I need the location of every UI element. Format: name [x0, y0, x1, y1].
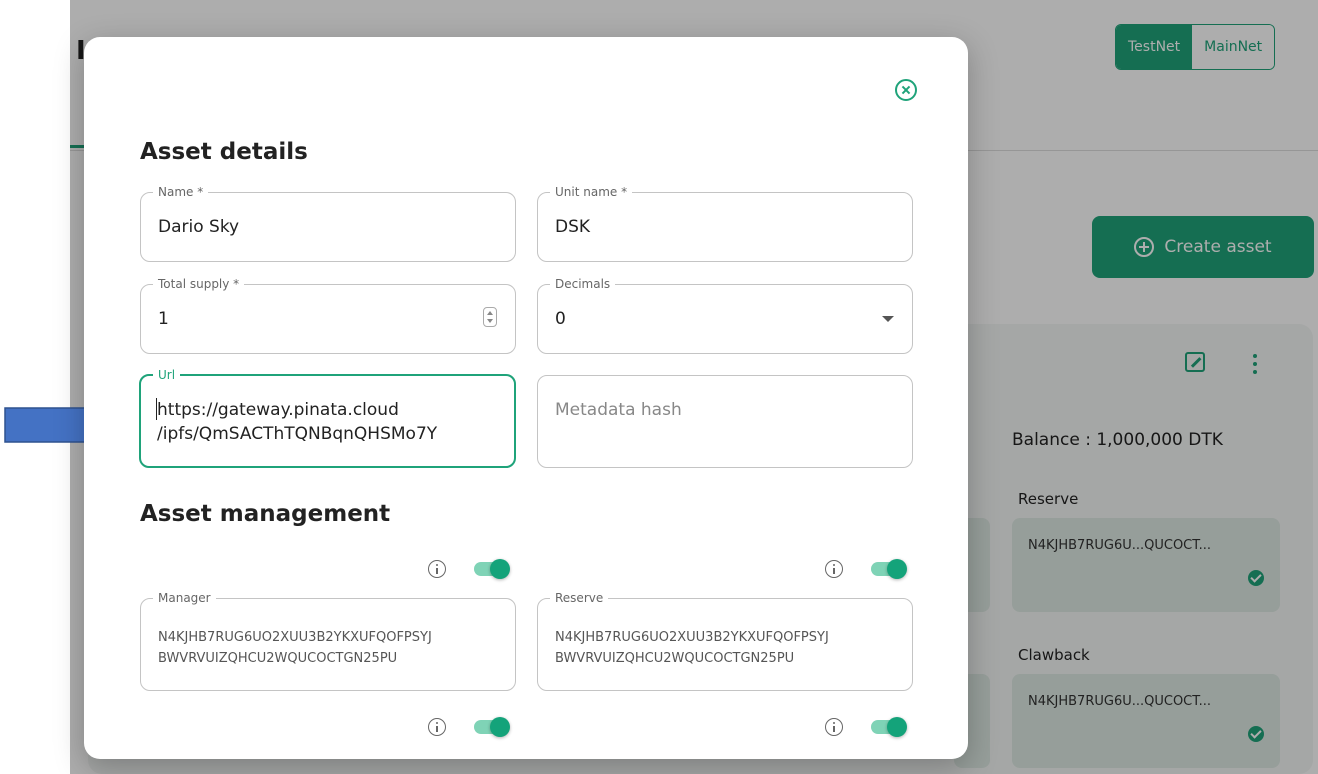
name-value: Dario Sky	[158, 217, 240, 237]
total-supply-field[interactable]: Total supply * 1	[140, 276, 516, 354]
unit-name-value: DSK	[555, 217, 591, 237]
info-icon[interactable]	[825, 718, 843, 736]
total-supply-value: 1	[158, 309, 169, 329]
chevron-down-icon[interactable]	[882, 316, 894, 322]
manager-toggle-switch[interactable]	[474, 559, 510, 579]
reserve-info-toggle	[825, 559, 907, 579]
metadata-hash-field[interactable]: Metadata hash	[537, 375, 913, 468]
info-icon[interactable]	[825, 560, 843, 578]
manager-info-toggle	[428, 559, 510, 579]
reserve-address: N4KJHB7RUG6UO2XUU3B2YKXUFQOFPSYJ BWVRVUI…	[555, 630, 829, 666]
decimals-label: Decimals	[550, 276, 616, 292]
freeze-toggle-switch[interactable]	[474, 717, 510, 737]
reserve-toggle-switch[interactable]	[871, 559, 907, 579]
info-icon[interactable]	[428, 718, 446, 736]
url-field[interactable]: Url https://gateway.pinata.cloud/ipfs/Qm…	[139, 367, 516, 468]
name-field[interactable]: Name * Dario Sky	[140, 184, 516, 262]
url-value-line: /ipfs/QmSACThTQNBqnQHSMo7Y	[157, 424, 438, 444]
metadata-hash-placeholder: Metadata hash	[555, 400, 682, 420]
name-label: Name *	[153, 184, 209, 200]
url-value-line: https://gateway.pinata.cloud	[157, 400, 399, 420]
reserve-field[interactable]: Reserve N4KJHB7RUG6UO2XUU3B2YKXUFQOFPSYJ…	[537, 590, 913, 691]
url-value: https://gateway.pinata.cloud/ipfs/QmSACT…	[157, 398, 437, 446]
asset-management-title: Asset management	[140, 501, 391, 527]
clawback-toggle-switch[interactable]	[871, 717, 907, 737]
url-label: Url	[153, 367, 181, 383]
decimals-value: 0	[555, 309, 566, 329]
clawback-info-toggle	[825, 717, 907, 737]
decimals-select[interactable]: Decimals 0	[537, 276, 913, 354]
manager-field[interactable]: Manager N4KJHB7RUG6UO2XUU3B2YKXUFQOFPSYJ…	[140, 590, 516, 691]
freeze-info-toggle	[428, 717, 510, 737]
asset-details-title: Asset details	[140, 139, 308, 165]
close-icon[interactable]	[895, 79, 917, 101]
manager-label: Manager	[153, 590, 216, 606]
total-supply-label: Total supply *	[153, 276, 245, 292]
reserve-field-label: Reserve	[550, 590, 609, 606]
number-stepper-icon[interactable]	[483, 307, 497, 327]
unit-name-field[interactable]: Unit name * DSK	[537, 184, 913, 262]
asset-details-modal: Asset details Name * Dario Sky Unit name…	[84, 37, 968, 759]
info-icon[interactable]	[428, 560, 446, 578]
manager-address: N4KJHB7RUG6UO2XUU3B2YKXUFQOFPSYJ BWVRVUI…	[158, 630, 432, 666]
unit-name-label: Unit name *	[550, 184, 633, 200]
